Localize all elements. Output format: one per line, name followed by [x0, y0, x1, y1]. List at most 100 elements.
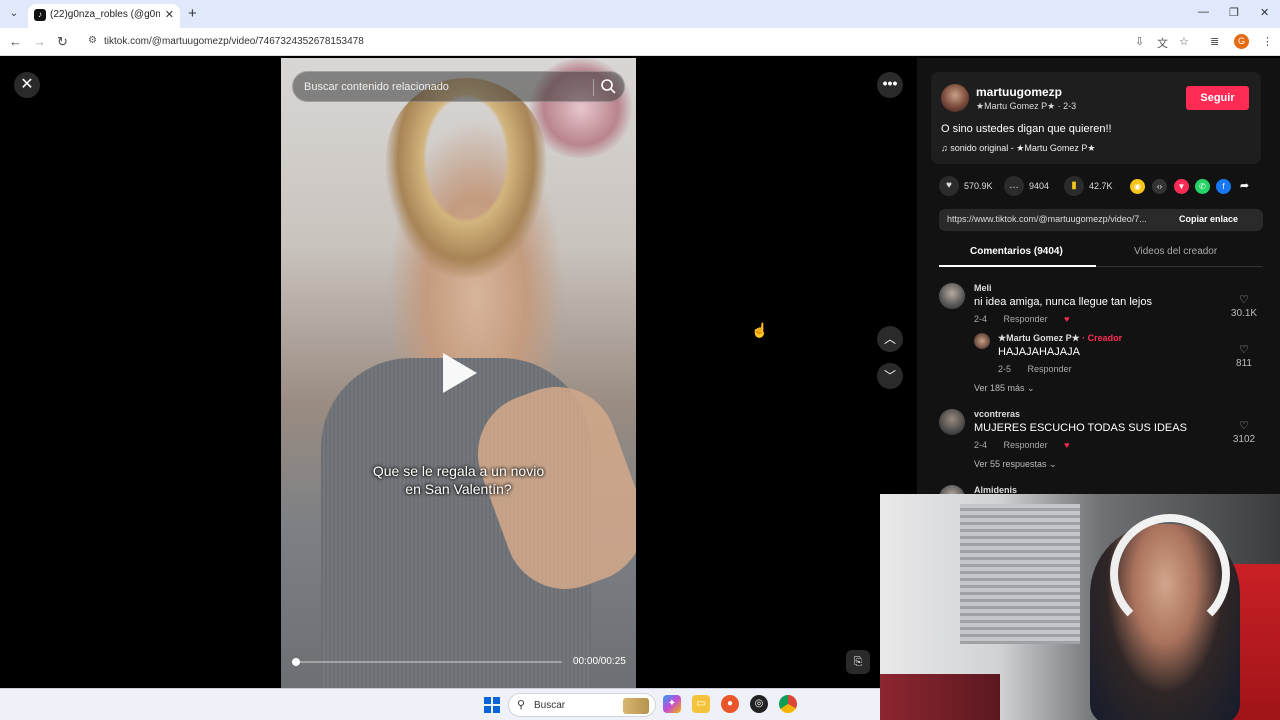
whatsapp-icon[interactable]: ✆	[1195, 179, 1210, 194]
profile-avatar[interactable]: G	[1234, 34, 1249, 49]
share-arrow-icon[interactable]: ➦	[1237, 179, 1252, 194]
coin-share-icon[interactable]: ◉	[1130, 179, 1145, 194]
comment-username[interactable]: vcontreras	[974, 409, 1020, 419]
save-count: 42.7K	[1089, 181, 1113, 191]
creator-badge: · Creador	[1082, 333, 1123, 343]
reload-icon[interactable]: ↻	[57, 34, 68, 50]
reply-avatar[interactable]	[974, 333, 990, 349]
video-player[interactable]: Buscar contenido relacionado Que se le r…	[281, 58, 636, 688]
report-icon[interactable]: ⎘	[846, 650, 870, 674]
commenter-avatar[interactable]	[939, 283, 965, 309]
music-info[interactable]: ♫ sonido original - ★Martu Gomez P★	[941, 143, 1095, 154]
copilot-icon[interactable]: ✦	[663, 695, 681, 713]
browser-tab[interactable]: ♪ (22)g0nza_robles (@g0nza_ro ✕	[28, 4, 180, 28]
tab-creator-videos[interactable]: Videos del creador	[1134, 246, 1217, 257]
comment-icon[interactable]: …	[1004, 176, 1024, 196]
forward-icon[interactable]: →	[33, 34, 46, 49]
related-search-bar[interactable]: Buscar contenido relacionado	[292, 71, 625, 102]
search-icon[interactable]	[599, 77, 619, 97]
send-icon[interactable]: ▼	[1174, 179, 1189, 194]
play-icon[interactable]	[443, 353, 477, 393]
install-app-icon[interactable]: ⇩	[1135, 35, 1144, 48]
more-options-button[interactable]: •••	[877, 72, 903, 98]
view-more-replies[interactable]: Ver 185 más ⌄	[974, 383, 1035, 394]
url-field[interactable]: ⚙ tiktok.com/@martuugomezp/video/7467324…	[82, 31, 1202, 53]
comment-like-count: 3102	[1232, 434, 1256, 445]
comment-meta: 2-4 Responder ♥	[974, 440, 1083, 450]
next-video-button[interactable]: ﹀	[877, 363, 903, 389]
active-tab-underline	[939, 265, 1096, 267]
reply-like-count: 811	[1236, 358, 1252, 369]
webcam-overlay	[880, 494, 1280, 720]
site-info-icon[interactable]: ⚙	[88, 35, 97, 46]
panel-tabs: Comentarios (9404) Videos del creador	[939, 241, 1263, 267]
file-explorer-icon[interactable]: ▭	[692, 695, 710, 713]
obs-icon[interactable]: ◎	[750, 695, 768, 713]
browser-menu-icon[interactable]: ⋮	[1262, 35, 1273, 48]
video-time: 00:00/00:25	[573, 656, 626, 667]
comment-username[interactable]: Meli	[974, 283, 992, 293]
link-box: https://www.tiktok.com/@martuugomezp/vid…	[939, 209, 1263, 231]
tiktok-favicon-icon: ♪	[34, 9, 46, 21]
bookmark-star-icon[interactable]: ☆	[1179, 35, 1189, 48]
windows-start-icon[interactable]	[484, 697, 500, 713]
tab-title: (22)g0nza_robles (@g0nza_ro	[50, 9, 160, 20]
embed-icon[interactable]: ‹›	[1152, 179, 1167, 194]
heart-icon[interactable]: ♥	[939, 176, 959, 196]
restore-icon[interactable]: ❐	[1229, 6, 1239, 19]
comment-heart-icon[interactable]: ♡	[1229, 419, 1259, 432]
commenter-avatar[interactable]	[939, 409, 965, 435]
creator-username[interactable]: martuugomezp	[976, 85, 1062, 99]
reply-heart-icon[interactable]: ♡	[1229, 343, 1259, 356]
copy-link-button[interactable]: Copiar enlace	[1179, 214, 1238, 224]
close-window-icon[interactable]: ✕	[1260, 6, 1269, 19]
close-video-button[interactable]: ✕	[14, 72, 40, 98]
chrome-icon[interactable]	[779, 695, 797, 713]
taskbar-search[interactable]: ⚲ Buscar	[508, 693, 656, 717]
reply-button[interactable]: Responder	[1028, 364, 1072, 374]
creator-info-card: martuugomezp ★Martu Gomez P★ · 2-3 Segui…	[931, 72, 1261, 164]
comment-text: MUJERES ESCUCHO TODAS SUS IDEAS	[974, 422, 1187, 434]
comment-heart-icon[interactable]: ♡	[1229, 293, 1259, 306]
minimize-icon[interactable]: —	[1198, 6, 1209, 18]
music-note-icon: ♫	[941, 143, 951, 153]
reply-username[interactable]: ★Martu Gomez P★	[998, 333, 1080, 343]
reading-list-icon[interactable]: ≣	[1210, 35, 1219, 48]
previous-video-button[interactable]: ︿	[877, 326, 903, 352]
bookmark-icon[interactable]: ▮	[1064, 176, 1084, 196]
back-icon[interactable]: ←	[9, 34, 22, 49]
firefox-icon[interactable]: ●	[721, 695, 739, 713]
like-count: 570.9K	[964, 181, 993, 191]
tab-search-icon[interactable]: ⌄	[6, 6, 22, 22]
creator-badge-label: Creador	[1087, 333, 1123, 343]
video-progress-bar[interactable]	[292, 661, 562, 663]
comment-date: 2-4	[974, 314, 988, 324]
view-more-label: Ver 55 respuestas	[974, 459, 1047, 469]
facebook-icon[interactable]: f	[1216, 179, 1231, 194]
screen: ⌄ ♪ (22)g0nza_robles (@g0nza_ro ✕ + — ❐ …	[0, 0, 1280, 720]
search-highlight-image	[623, 698, 649, 714]
video-link[interactable]: https://www.tiktok.com/@martuugomezp/vid…	[947, 214, 1169, 224]
reply-button[interactable]: Responder	[1004, 314, 1048, 324]
new-tab-icon[interactable]: +	[188, 5, 197, 22]
video-description: O sino ustedes digan que quieren!!	[941, 123, 1112, 135]
video-caption: Que se le regala a un novio en San Valen…	[321, 462, 596, 498]
action-bar: ♥ 570.9K … 9404 ▮ 42.7K ◉ ‹› ▼ ✆ f ➦	[939, 176, 1259, 200]
view-more-label: Ver 185 más	[974, 383, 1025, 393]
close-tab-icon[interactable]: ✕	[165, 8, 174, 21]
tab-comments[interactable]: Comentarios (9404)	[970, 246, 1063, 257]
reply-username-row: ★Martu Gomez P★ · Creador	[998, 333, 1122, 344]
video-progress-knob[interactable]	[292, 658, 300, 666]
webcam-headphones	[1110, 514, 1230, 634]
search-placeholder: Buscar contenido relacionado	[304, 81, 449, 93]
comment-like-count: 30.1K	[1230, 308, 1258, 319]
creator-liked-icon: ♥	[1064, 440, 1070, 450]
webcam-window-blind	[960, 504, 1080, 644]
view-more-replies[interactable]: Ver 55 respuestas ⌄	[974, 459, 1057, 470]
taskbar-search-label: Buscar	[534, 700, 566, 711]
creator-meta: ★Martu Gomez P★ · 2-3	[976, 101, 1077, 111]
reply-button[interactable]: Responder	[1004, 440, 1048, 450]
follow-button[interactable]: Seguir	[1186, 86, 1249, 110]
creator-avatar[interactable]	[941, 84, 969, 112]
translate-icon[interactable]: 文	[1157, 35, 1168, 51]
